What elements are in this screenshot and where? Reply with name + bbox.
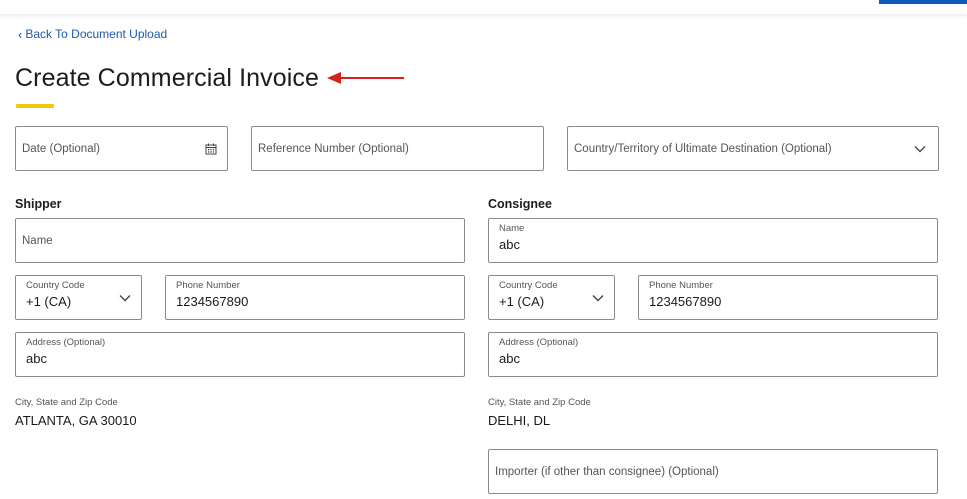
shipper-city-value: ATLANTA, GA 30010: [15, 413, 137, 428]
shipper-country-code-label: Country Code: [26, 280, 85, 291]
top-accent-bar: [879, 0, 967, 4]
shipper-phone-label: Phone Number: [176, 280, 240, 291]
annotation-arrow-icon: [327, 72, 404, 84]
consignee-country-code-value: +1 (CA): [499, 294, 545, 309]
consignee-phone-value: 1234567890: [649, 294, 722, 309]
shipper-address-label: Address (Optional): [26, 337, 106, 348]
destination-country-placeholder: Country/Territory of Ultimate Destinatio…: [574, 142, 832, 155]
shipper-heading: Shipper: [15, 197, 62, 211]
chevron-left-icon: ‹: [18, 26, 23, 42]
consignee-address-value: abc: [499, 351, 520, 366]
consignee-phone-label: Phone Number: [649, 280, 713, 291]
shipper-address-field[interactable]: Address (Optional) abc: [15, 332, 465, 377]
importer-placeholder: Importer (if other than consignee) (Opti…: [495, 465, 719, 478]
consignee-country-code-label: Country Code: [499, 280, 558, 291]
chevron-down-icon: [914, 145, 926, 152]
consignee-country-code-select[interactable]: Country Code +1 (CA): [488, 275, 615, 320]
chevron-down-icon: [592, 294, 604, 301]
consignee-heading: Consignee: [488, 197, 552, 211]
shipper-phone-value: 1234567890: [176, 294, 249, 309]
consignee-address-field[interactable]: Address (Optional) abc: [488, 332, 938, 377]
shipper-name-placeholder: Name: [22, 234, 53, 247]
shipper-country-code-select[interactable]: Country Code +1 (CA): [15, 275, 142, 320]
title-underline: [16, 104, 54, 108]
consignee-name-field[interactable]: Name abc: [488, 218, 938, 263]
chevron-down-icon: [119, 294, 131, 301]
back-to-document-upload-link[interactable]: ‹ Back To Document Upload: [18, 27, 167, 41]
shipper-name-field[interactable]: Name: [15, 218, 465, 263]
page-title: Create Commercial Invoice: [15, 64, 319, 92]
shipper-address-value: abc: [26, 351, 47, 366]
date-placeholder: Date (Optional): [22, 142, 100, 155]
importer-field[interactable]: Importer (if other than consignee) (Opti…: [488, 449, 938, 494]
reference-number-placeholder: Reference Number (Optional): [258, 142, 409, 155]
consignee-name-label: Name: [499, 223, 525, 234]
date-field[interactable]: Date (Optional): [15, 126, 228, 171]
shipper-city-label: City, State and Zip Code: [15, 397, 118, 408]
consignee-phone-field[interactable]: Phone Number 1234567890: [638, 275, 938, 320]
reference-number-field[interactable]: Reference Number (Optional): [251, 126, 544, 171]
calendar-icon[interactable]: [205, 143, 217, 155]
top-header-strip: [0, 0, 967, 14]
destination-country-select[interactable]: Country/Territory of Ultimate Destinatio…: [567, 126, 939, 171]
consignee-name-value: abc: [499, 237, 520, 252]
shipper-country-code-value: +1 (CA): [26, 294, 72, 309]
consignee-city-value: DELHI, DL: [488, 413, 551, 428]
consignee-city-label: City, State and Zip Code: [488, 397, 591, 408]
back-link-label: Back To Document Upload: [25, 27, 168, 41]
consignee-address-label: Address (Optional): [499, 337, 579, 348]
shipper-phone-field[interactable]: Phone Number 1234567890: [165, 275, 465, 320]
